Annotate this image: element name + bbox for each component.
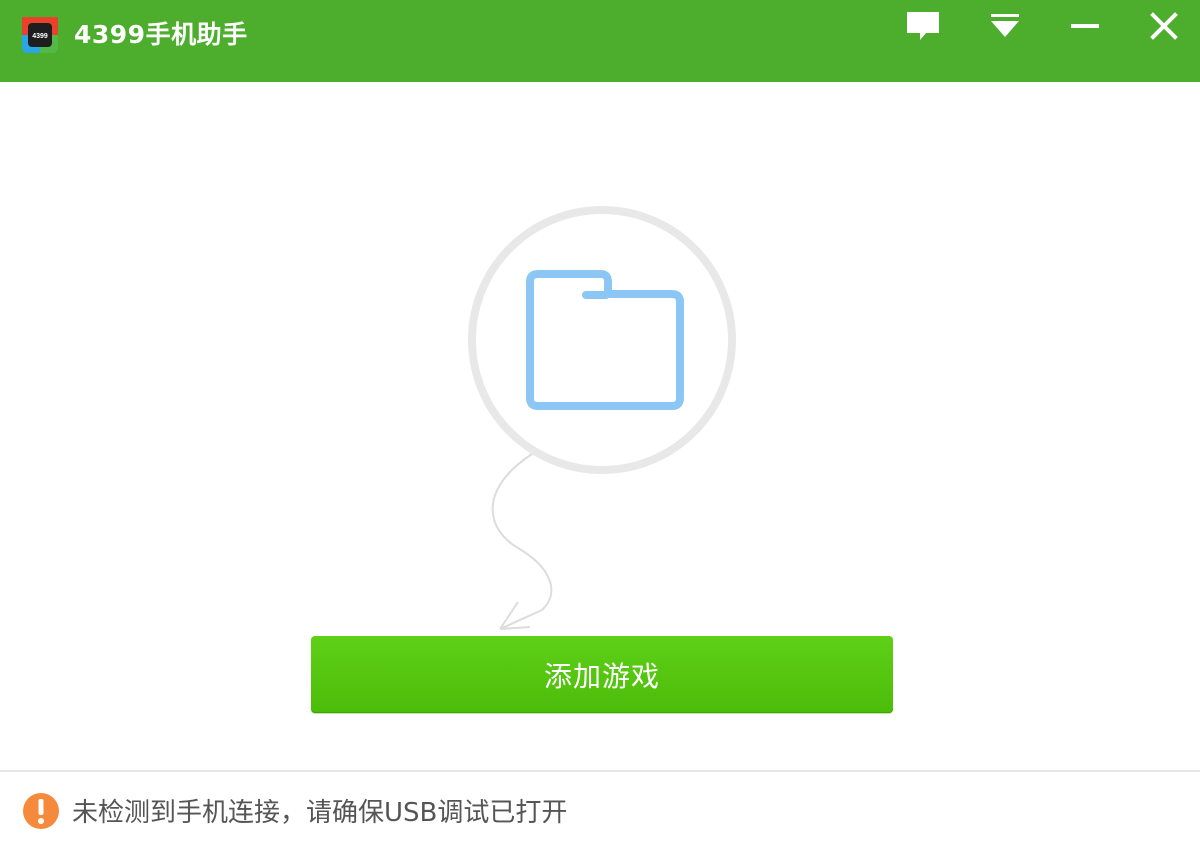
app-window: 4399 4399手机助手 添加游戏 未检测到手机连接，请确保USB调试已打开 [0, 0, 1200, 850]
app-title: 4399手机助手 [74, 20, 248, 49]
folder-icon [526, 270, 684, 410]
empty-state-illustration [468, 206, 736, 630]
feedback-icon [907, 12, 939, 40]
minimize-icon [1071, 24, 1099, 28]
add-game-button[interactable]: 添加游戏 [311, 636, 893, 713]
menu-dropdown-button[interactable] [977, 6, 1033, 46]
feedback-button[interactable] [895, 6, 951, 46]
close-icon [1150, 12, 1178, 40]
warning-icon [23, 793, 59, 829]
arrow-curve [491, 453, 553, 611]
connection-status-text: 未检测到手机连接，请确保USB调试已打开 [72, 798, 568, 828]
menu-dropdown-icon [991, 14, 1019, 37]
status-bar: 未检测到手机连接，请确保USB调试已打开 [0, 772, 1200, 850]
close-button[interactable] [1136, 6, 1192, 46]
circle-frame [468, 206, 736, 474]
app-logo-icon: 4399 [22, 17, 58, 53]
title-bar[interactable]: 4399 4399手机助手 [0, 0, 1200, 82]
minimize-button[interactable] [1057, 6, 1113, 46]
app-logo-text: 4399 [32, 33, 48, 40]
arrow-head-icon [499, 601, 543, 630]
